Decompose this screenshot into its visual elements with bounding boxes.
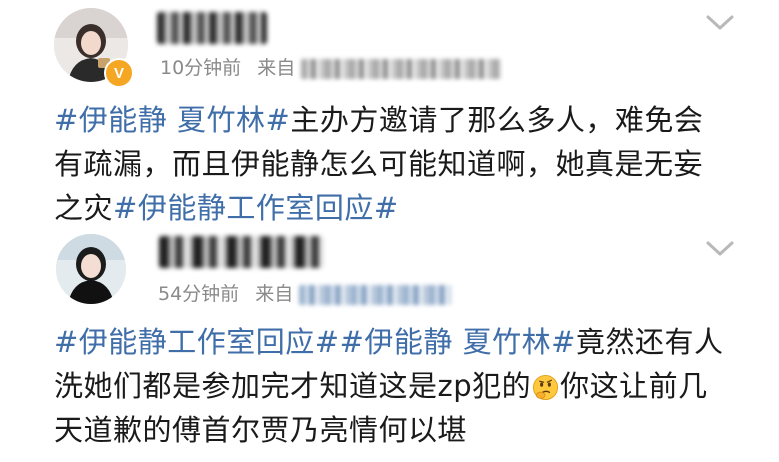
post-text: 洗她们都是参加完才知道这是zp犯的 (54, 369, 532, 403)
avatar[interactable] (56, 234, 126, 304)
post-text: 竟然还有人 (575, 325, 724, 359)
content-line: 之灾#伊能静工作室回应# (54, 186, 754, 230)
content-line: #伊能静 夏竹林#主办方邀请了那么多人，难免会 (54, 98, 754, 142)
source-prefix: 来自 (257, 57, 296, 79)
post-time: 54分钟前 (158, 283, 240, 305)
post-content: #伊能静 夏竹林#主办方邀请了那么多人，难免会有疏漏，而且伊能静怎么可能知道啊，… (54, 98, 754, 230)
verified-badge-icon: V (104, 58, 134, 88)
topic-tag-link[interactable]: #伊能静 夏竹林# (340, 325, 576, 359)
source-client-blurred (301, 58, 502, 79)
username-blurred[interactable] (159, 236, 324, 268)
content-line: #伊能静工作室回应##伊能静 夏竹林#竟然还有人 (54, 320, 754, 364)
topic-tag-link[interactable]: #伊能静 夏竹林# (54, 103, 290, 137)
post-text: 有疏漏，而且伊能静怎么可能知道啊，她真是无妄 (54, 147, 704, 181)
chevron-down-icon[interactable] (705, 240, 735, 258)
post-meta: 54分钟前 来自 (158, 282, 452, 306)
post-text: 之灾 (54, 191, 114, 225)
thinking-face-emoji (532, 369, 559, 401)
post-text: 主办方邀请了那么多人，难免会 (290, 103, 704, 137)
content-line: 有疏漏，而且伊能静怎么可能知道啊，她真是无妄 (54, 142, 754, 186)
weibo-post-2: 54分钟前 来自 #伊能静工作室回应##伊能静 夏竹林#竟然还有人 洗她们都是参加完… (0, 228, 779, 462)
post-meta: 10分钟前 来自 (160, 56, 502, 80)
topic-tag-link[interactable]: #伊能静工作室回应# (54, 325, 340, 359)
source-client-blurred (299, 284, 452, 305)
chevron-down-icon[interactable] (705, 14, 735, 32)
source-prefix: 来自 (255, 283, 294, 305)
content-line: 天道歉的傅首尔贾乃亮情何以堪 (54, 408, 754, 452)
weibo-post-1: V 10分钟前 来自 #伊能静 夏竹林#主办方邀请了那么多人，难免会有疏漏，而且伊… (0, 0, 779, 228)
post-content: #伊能静工作室回应##伊能静 夏竹林#竟然还有人 洗她们都是参加完才知道这是zp犯… (54, 320, 754, 452)
username-blurred[interactable] (157, 12, 267, 44)
post-text: 你这让前几 (560, 369, 708, 403)
post-time: 10分钟前 (160, 57, 242, 79)
post-text: 天道歉的傅首尔贾乃亮情何以堪 (54, 413, 468, 447)
content-line: 洗她们都是参加完才知道这是zp犯的 你这让前几 (54, 364, 754, 408)
topic-tag-link[interactable]: #伊能静工作室回应# (113, 191, 399, 225)
